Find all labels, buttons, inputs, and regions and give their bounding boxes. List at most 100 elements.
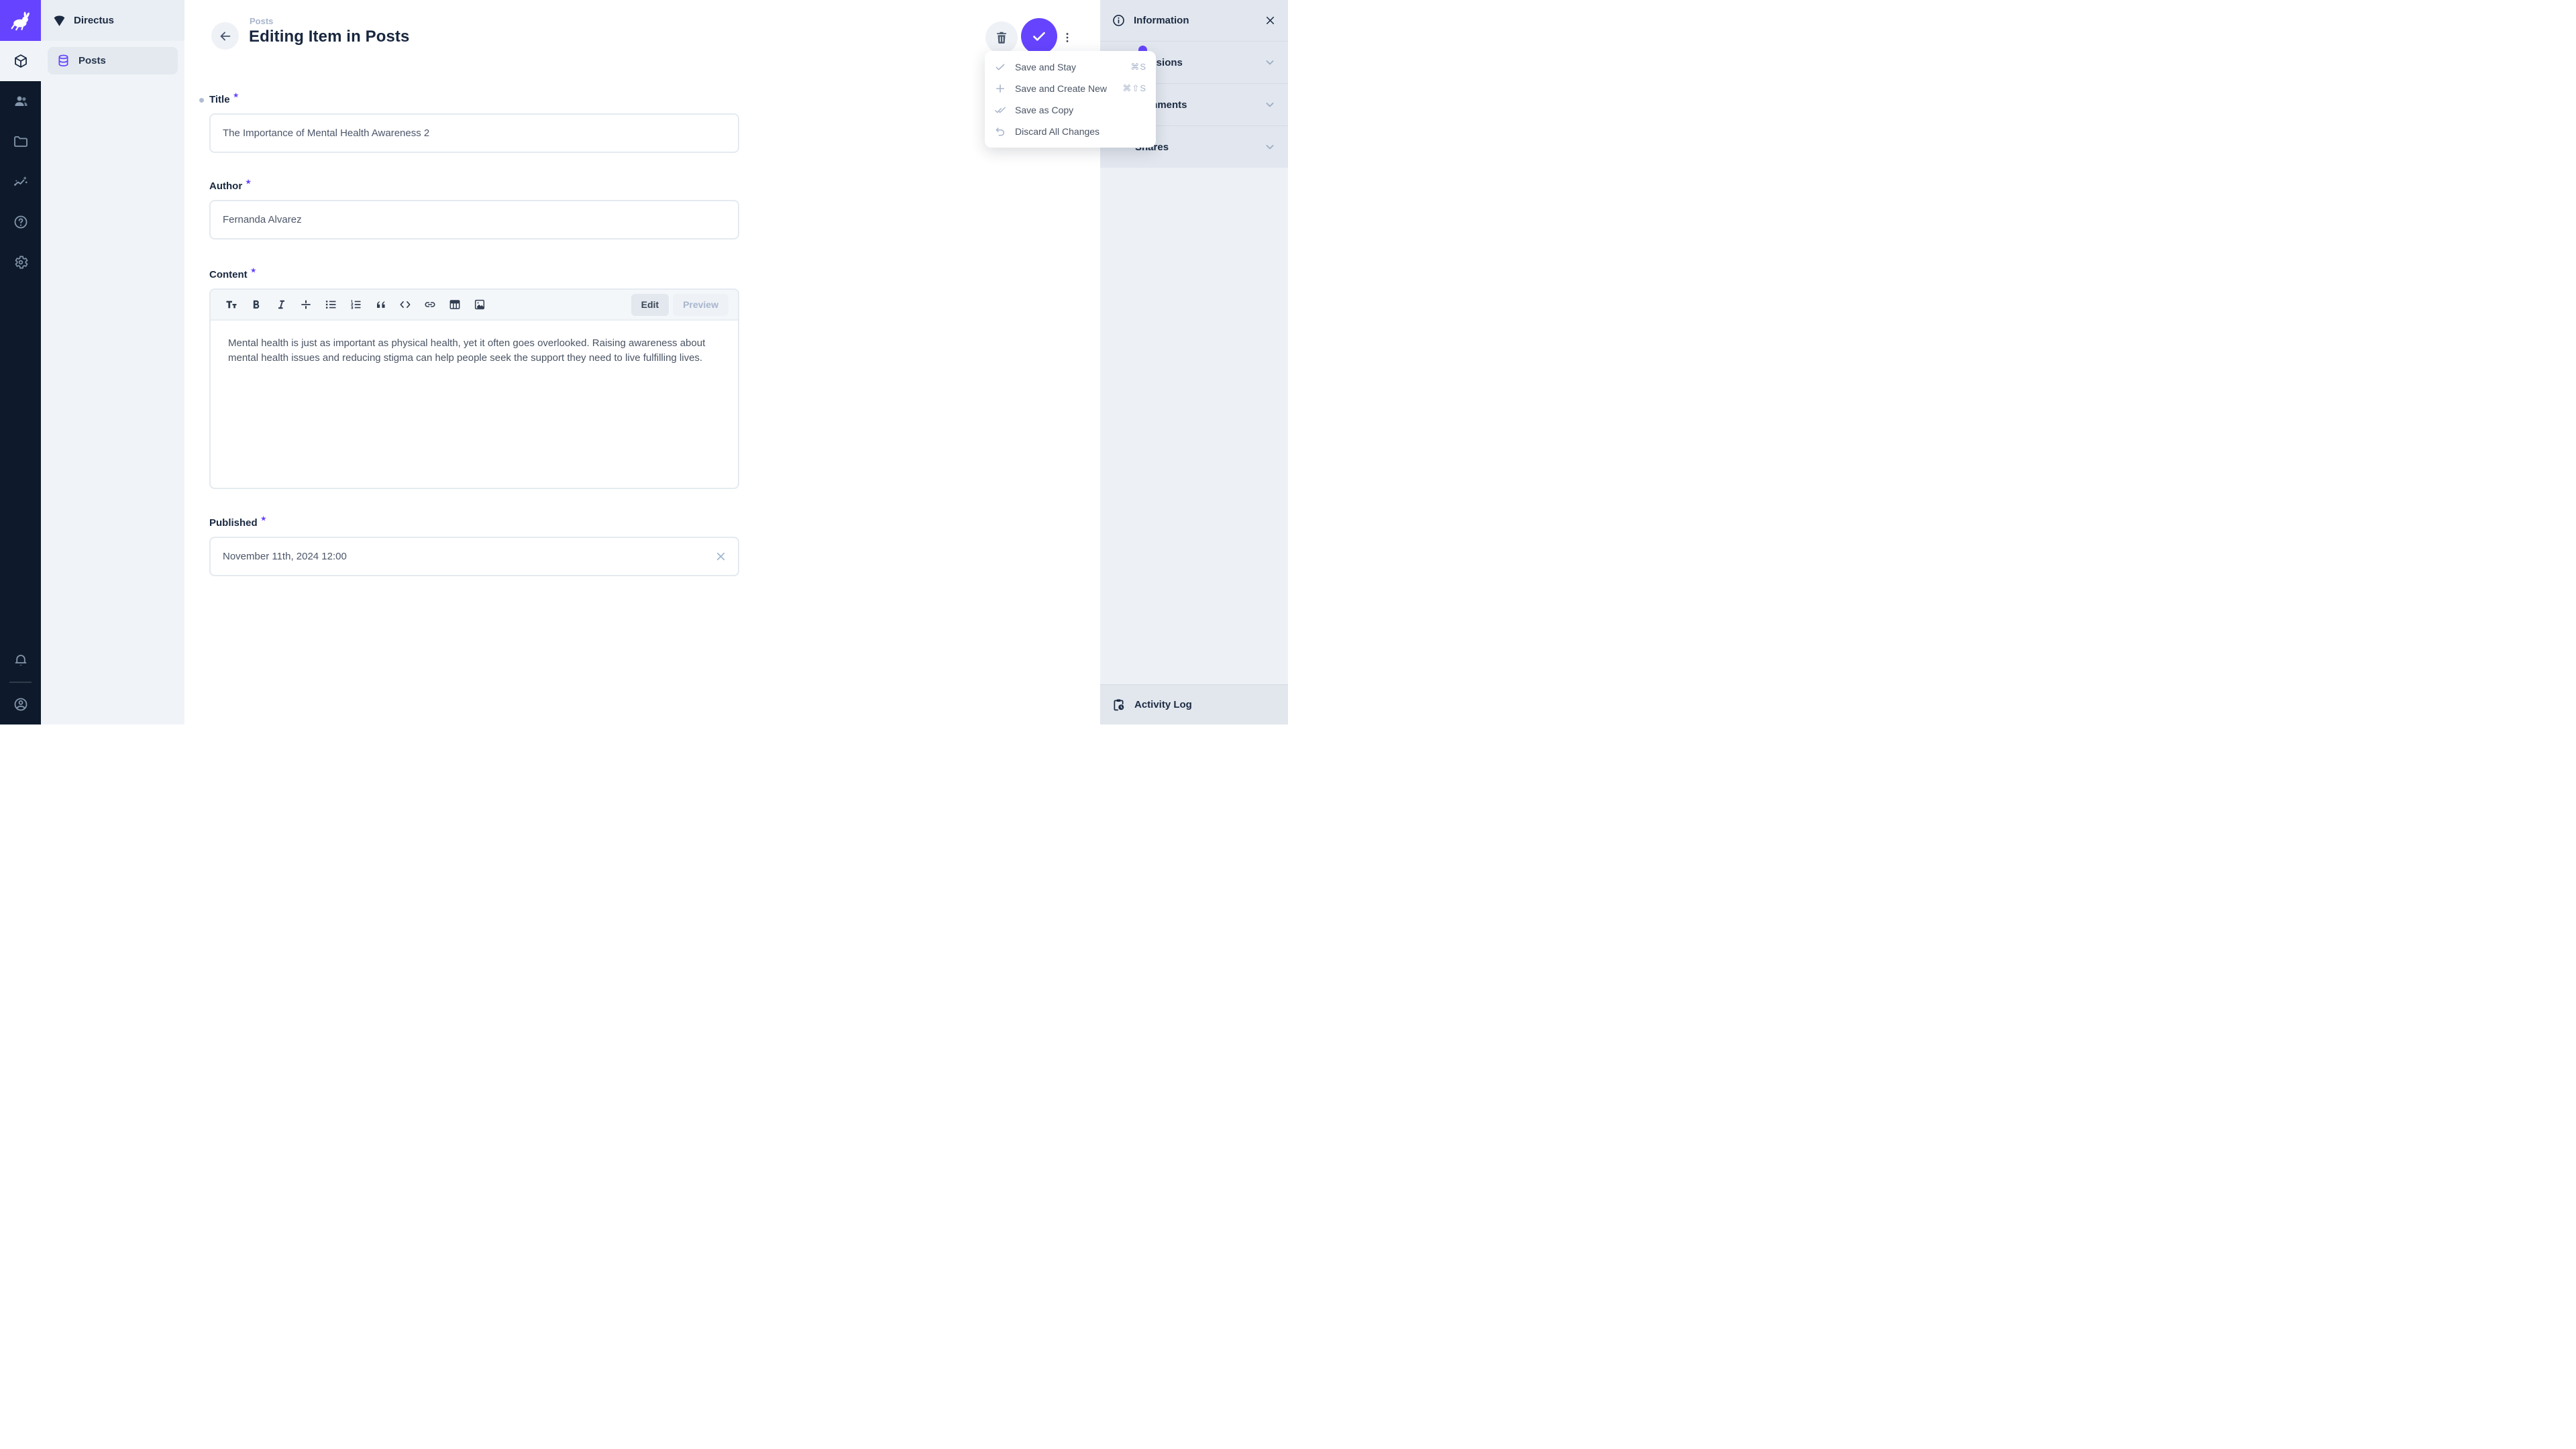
page-title: Editing Item in Posts <box>249 28 409 46</box>
directus-logo-button[interactable] <box>0 0 41 41</box>
field-author-label: Author ★ <box>209 180 739 192</box>
module-users[interactable] <box>0 81 41 121</box>
clear-icon <box>714 550 727 563</box>
menu-item-discard-all-changes[interactable]: Discard All Changes <box>985 121 1156 142</box>
back-button[interactable] <box>211 22 239 50</box>
bold-icon <box>250 298 263 311</box>
module-insights[interactable] <box>0 162 41 202</box>
menu-item-shortcut: ⌘⇧S <box>1122 83 1146 94</box>
toolbar-table-button[interactable] <box>446 292 463 317</box>
box-icon <box>13 53 29 69</box>
project-header[interactable]: Directus <box>41 0 184 41</box>
menu-item-save-and-stay[interactable]: Save and Stay ⌘S <box>985 56 1156 78</box>
sidebar-section-information[interactable]: Information <box>1100 0 1288 41</box>
author-input[interactable] <box>209 200 739 239</box>
wedge-icon <box>52 13 66 28</box>
required-indicator: ★ <box>233 92 239 99</box>
toolbar-code-button[interactable] <box>396 292 413 317</box>
info-icon <box>1112 13 1126 28</box>
toolbar-bullet-list-button[interactable] <box>322 292 339 317</box>
check-icon <box>1030 28 1048 45</box>
module-settings[interactable] <box>0 242 41 282</box>
published-input[interactable] <box>209 537 739 576</box>
table-icon <box>448 298 462 311</box>
toolbar-heading-button[interactable] <box>223 292 239 317</box>
menu-item-save-and-create-new[interactable]: Save and Create New⌘⇧S <box>985 78 1156 99</box>
clear-date-button[interactable] <box>712 548 729 564</box>
numbered-list-icon <box>349 298 362 311</box>
toolbar-numbered-list-button[interactable] <box>347 292 364 317</box>
code-icon <box>398 298 412 311</box>
toolbar-italic-button[interactable] <box>272 292 289 317</box>
save-options-menu: Save and Stay⌘SSave and Create New⌘⇧SSav… <box>985 51 1156 148</box>
gear-icon <box>13 254 29 270</box>
image-icon <box>473 298 486 311</box>
project-name: Directus <box>74 15 114 26</box>
main-content: Posts Editing Item in Posts <box>184 0 1100 724</box>
field-content-label: Content ★ <box>209 269 739 280</box>
activity-log-label: Activity Log <box>1134 699 1192 710</box>
nav-item-posts[interactable]: Posts <box>48 47 178 74</box>
link-icon <box>423 298 437 311</box>
save-button[interactable] <box>1021 18 1057 54</box>
plus-icon <box>994 83 1006 95</box>
undo-icon <box>994 125 1006 138</box>
toolbar-blockquote-button[interactable] <box>372 292 388 317</box>
navigation-sidebar: Directus Posts <box>41 0 184 724</box>
field-author: Author ★ <box>209 180 739 239</box>
breadcrumb[interactable]: Posts <box>250 16 273 26</box>
module-help[interactable] <box>0 202 41 242</box>
module-account[interactable] <box>0 684 41 724</box>
arrow-left-icon <box>218 29 233 44</box>
editor-toolbar: Edit Preview <box>211 290 738 321</box>
bullet-list-icon <box>324 298 337 311</box>
field-published: Published ★ <box>209 517 739 576</box>
richtext-editor: Edit Preview Mental health is just as im… <box>209 288 739 489</box>
field-title: Title ★ <box>209 94 739 153</box>
tab-edit[interactable]: Edit <box>631 294 669 316</box>
close-icon[interactable] <box>1264 14 1277 27</box>
module-notifications[interactable] <box>0 640 41 680</box>
menu-item-label: Save and Stay <box>1015 62 1122 72</box>
required-indicator: ★ <box>251 267 256 274</box>
content-textarea[interactable]: Mental health is just as important as ph… <box>211 321 738 381</box>
clipboard-clock-icon <box>1112 698 1126 712</box>
module-content[interactable] <box>0 41 41 81</box>
field-title-label: Title ★ <box>209 94 739 105</box>
content-toolbar-buttons <box>219 292 492 317</box>
blockquote-icon <box>374 298 387 311</box>
menu-item-label: Save as Copy <box>1015 105 1138 115</box>
tab-preview[interactable]: Preview <box>673 294 729 316</box>
database-icon <box>56 54 70 68</box>
double-check-icon <box>994 104 1006 116</box>
module-bar <box>0 0 41 724</box>
module-files[interactable] <box>0 121 41 162</box>
heading-icon <box>225 298 238 311</box>
edited-indicator <box>199 98 204 103</box>
chevron-down-icon <box>1263 56 1277 69</box>
activity-log-button[interactable]: Activity Log <box>1100 684 1288 724</box>
check-icon <box>994 61 1006 73</box>
italic-icon <box>274 298 288 311</box>
toolbar-image-button[interactable] <box>471 292 488 317</box>
chevron-down-icon <box>1263 98 1277 111</box>
required-indicator: ★ <box>261 515 266 523</box>
toolbar-strikethrough-button[interactable] <box>297 292 314 317</box>
chevron-down-icon <box>1263 140 1277 154</box>
strikethrough-icon <box>299 298 313 311</box>
menu-item-save-as-copy[interactable]: Save as Copy <box>985 99 1156 121</box>
bell-icon <box>13 652 29 668</box>
module-bar-modules <box>0 41 41 282</box>
sidebar-section-label: Information <box>1134 15 1256 26</box>
insights-icon <box>13 174 29 190</box>
menu-item-shortcut: ⌘S <box>1130 62 1146 72</box>
toolbar-bold-button[interactable] <box>248 292 264 317</box>
header-actions <box>985 18 1077 54</box>
title-input[interactable] <box>209 113 739 153</box>
people-icon <box>13 93 29 109</box>
delete-button[interactable] <box>985 21 1018 54</box>
folder-icon <box>13 133 29 150</box>
menu-item-label: Discard All Changes <box>1015 126 1138 137</box>
toolbar-link-button[interactable] <box>421 292 438 317</box>
nav-item-label: Posts <box>78 55 106 66</box>
